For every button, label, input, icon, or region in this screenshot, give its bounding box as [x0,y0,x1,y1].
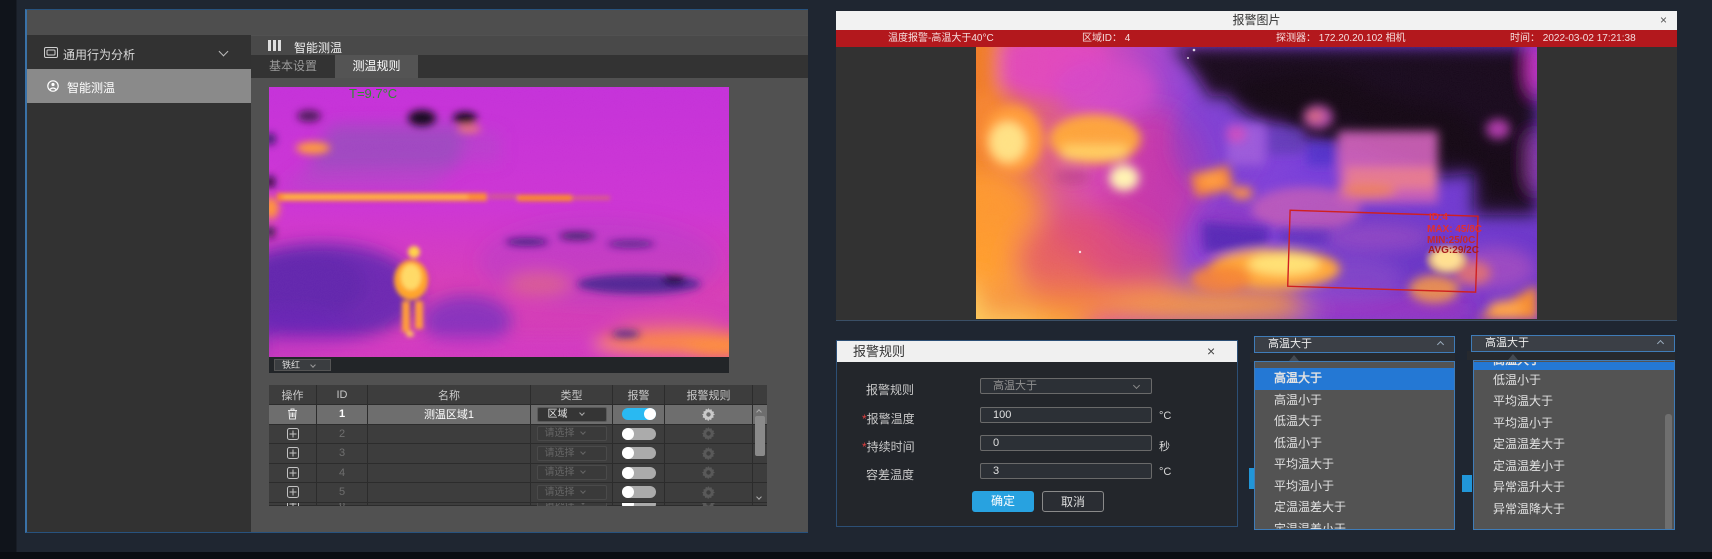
svg-text:MAX: 45/8C: MAX: 45/8C [1427,224,1482,235]
svg-text:AVG:29/2C: AVG:29/2C [1428,245,1479,256]
svg-text:ID:4: ID:4 [1429,212,1448,223]
svg-text:T=9.7°C: T=9.7°C [349,87,397,101]
